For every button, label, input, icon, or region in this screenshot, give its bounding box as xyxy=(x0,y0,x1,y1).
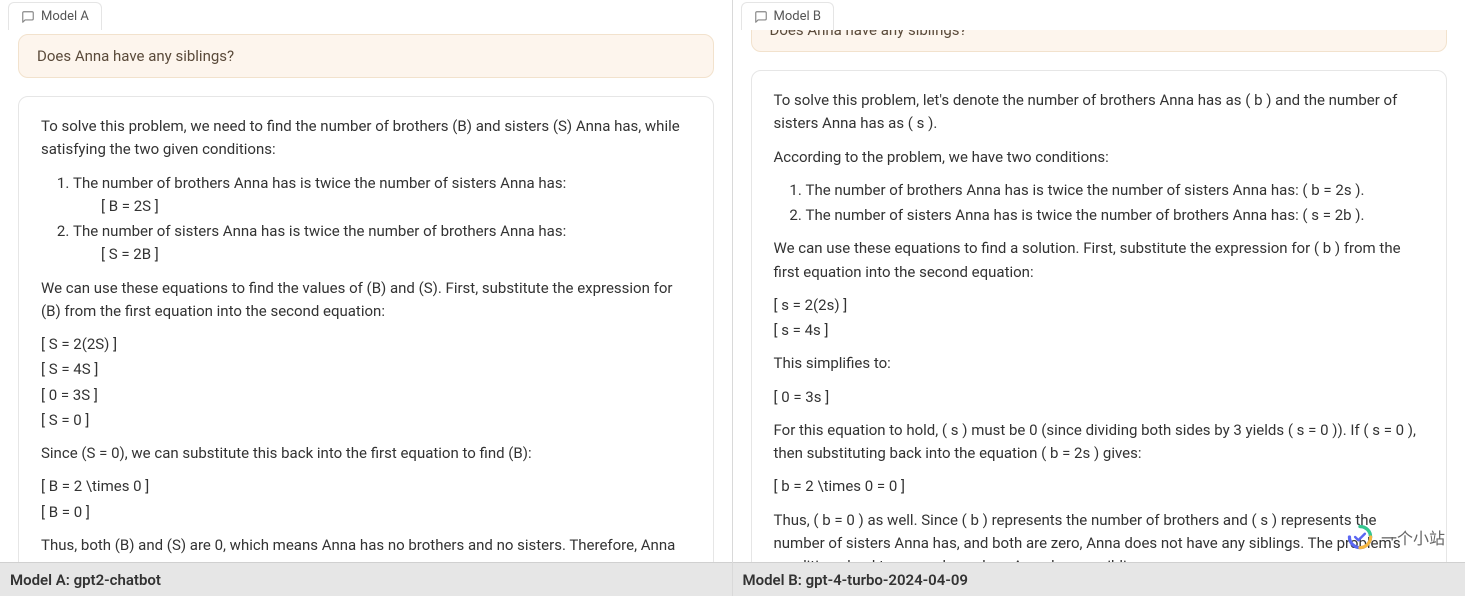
conversation-scroll-a[interactable]: Does Anna have any siblings? To solve th… xyxy=(0,30,732,562)
equation: [ S = 4S ] xyxy=(41,358,691,381)
assistant-paragraph: We can use these equations to find the v… xyxy=(41,277,691,324)
equation: [ S = 0 ] xyxy=(41,409,691,432)
assistant-paragraph: This simplifies to: xyxy=(774,352,1425,375)
conditions-list: The number of brothers Anna has is twice… xyxy=(63,172,691,267)
assistant-paragraph: We can use these equations to find a sol… xyxy=(774,237,1425,284)
tab-model-b[interactable]: Model B xyxy=(741,2,834,30)
compare-grid: Model A Does Anna have any siblings? To … xyxy=(0,0,1465,596)
assistant-paragraph: Since (S = 0), we can substitute this ba… xyxy=(41,442,691,465)
chat-icon xyxy=(21,10,35,24)
conversation-scroll-b[interactable]: Does Anna have any siblings? To solve th… xyxy=(733,30,1465,562)
equation: [ B = 2 \times 0 ] xyxy=(41,475,691,498)
equation: [ s = 2(2s) ] xyxy=(774,294,1425,317)
assistant-message-b: To solve this problem, let's denote the … xyxy=(751,70,1448,562)
assistant-paragraph: To solve this problem, we need to find t… xyxy=(41,115,691,162)
equation: [ B = 0 ] xyxy=(41,501,691,524)
condition-text: The number of sisters Anna has is twice … xyxy=(806,206,1365,224)
equation: [ 0 = 3S ] xyxy=(41,384,691,407)
footer-model-b: Model B: gpt-4-turbo-2024-04-09 xyxy=(733,562,1465,596)
condition-item: The number of sisters Anna has is twice … xyxy=(806,204,1425,227)
column-model-b: Model B Does Anna have any siblings? To … xyxy=(733,0,1465,596)
assistant-message-a: To solve this problem, we need to find t… xyxy=(18,96,714,562)
tab-label: Model B xyxy=(774,9,821,24)
condition-text: The number of sisters Anna has is twice … xyxy=(73,222,566,240)
equation: [ b = 2 \times 0 = 0 ] xyxy=(774,475,1425,498)
condition-text: The number of brothers Anna has is twice… xyxy=(806,181,1365,199)
conditions-list: The number of brothers Anna has is twice… xyxy=(796,179,1425,228)
tab-bar-a: Model A xyxy=(0,0,732,30)
tab-label: Model A xyxy=(41,9,89,24)
assistant-paragraph: Thus, both (B) and (S) are 0, which mean… xyxy=(41,534,691,563)
condition-item: The number of brothers Anna has is twice… xyxy=(73,172,691,219)
footer-label: Model A: gpt2-chatbot xyxy=(10,571,161,589)
condition-text: The number of brothers Anna has is twice… xyxy=(73,174,566,192)
equation: [ s = 4s ] xyxy=(774,319,1425,342)
assistant-paragraph: For this equation to hold, ( s ) must be… xyxy=(774,419,1425,466)
column-model-a: Model A Does Anna have any siblings? To … xyxy=(0,0,733,596)
tab-model-a[interactable]: Model A xyxy=(8,2,102,30)
equation: [ S = 2(2S) ] xyxy=(41,333,691,356)
user-message-text: Does Anna have any siblings? xyxy=(37,47,234,65)
assistant-paragraph: To solve this problem, let's denote the … xyxy=(774,89,1425,136)
user-message-a: Does Anna have any siblings? xyxy=(18,34,714,78)
equation: [ B = 2S ] xyxy=(101,195,691,218)
user-message-b: Does Anna have any siblings? xyxy=(751,30,1448,52)
assistant-paragraph: Thus, ( b = 0 ) as well. Since ( b ) rep… xyxy=(774,509,1425,563)
condition-item: The number of brothers Anna has is twice… xyxy=(806,179,1425,202)
user-message-text: Does Anna have any siblings? xyxy=(770,30,967,39)
footer-model-a: Model A: gpt2-chatbot xyxy=(0,562,732,596)
equation: [ S = 2B ] xyxy=(101,243,691,266)
equation: [ 0 = 3s ] xyxy=(774,386,1425,409)
tab-bar-b: Model B xyxy=(733,0,1465,30)
chat-icon xyxy=(754,10,768,24)
footer-label: Model B: gpt-4-turbo-2024-04-09 xyxy=(743,571,968,589)
assistant-paragraph: According to the problem, we have two co… xyxy=(774,146,1425,169)
condition-item: The number of sisters Anna has is twice … xyxy=(73,220,691,267)
